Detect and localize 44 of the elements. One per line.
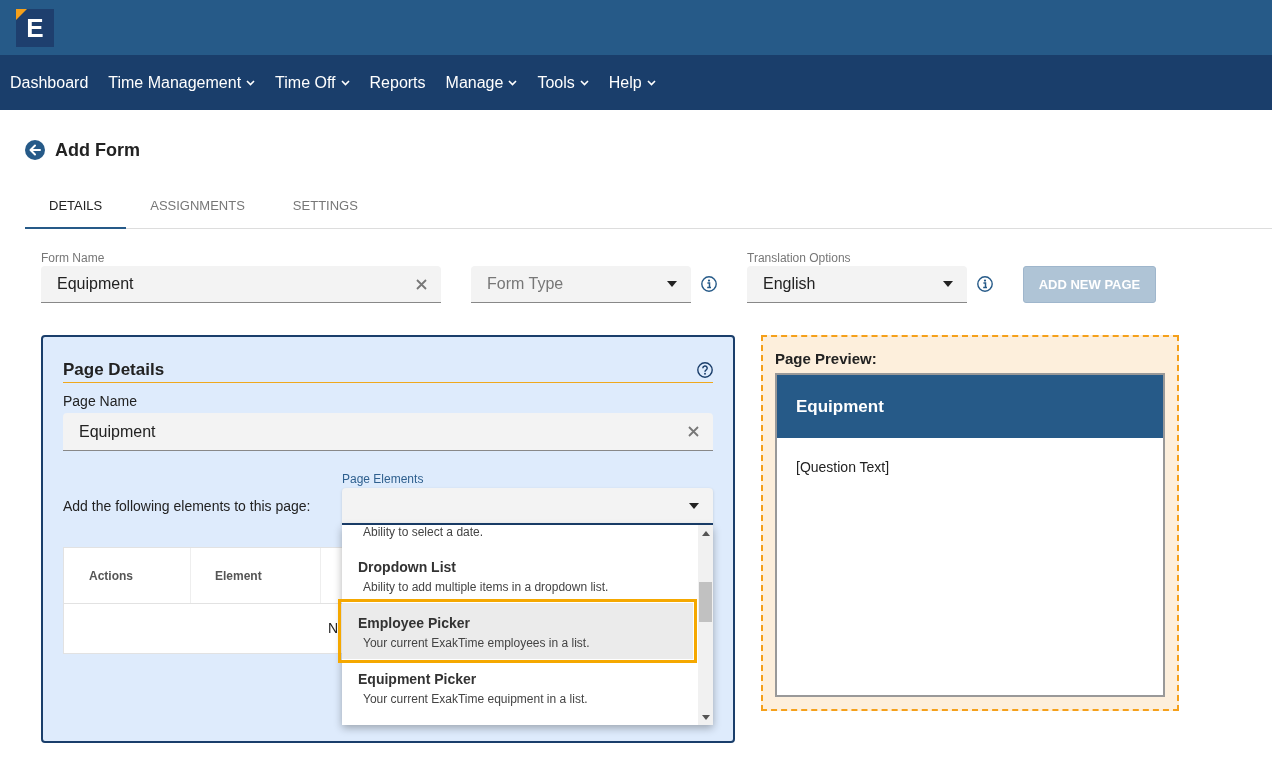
table-message: N [328,619,339,638]
column-header: Actions [64,548,191,603]
select-field[interactable]: Form Type [471,266,691,303]
dropdown-option[interactable]: Equipment Picker Your current ExakTime equipment in a list. [342,659,693,715]
logo[interactable]: E [16,9,54,47]
scrollbar-thumb[interactable] [699,582,712,622]
caret-icon [689,502,699,509]
nav-link[interactable]: Time Off [265,55,360,110]
field-label: Translation Options [747,251,852,266]
help-icon[interactable] [697,361,713,378]
info-icon[interactable] [977,276,993,292]
scroll-down-icon[interactable] [701,714,710,720]
tab[interactable]: DETAILS [25,185,127,229]
dropdown-option[interactable]: Dropdown List Ability to add multiple items in a dropdown list. [342,547,693,603]
column-header: Element [191,548,321,603]
field-label: Page Elements [342,472,425,487]
text-field[interactable]: Equipment [63,413,713,451]
nav-link[interactable]: Time Management [98,55,266,110]
nav-link[interactable]: Tools [527,55,599,110]
prompt-text: Add the following elements to this page: [63,497,312,516]
caret-icon [667,281,677,287]
panel-title: Page Preview: [775,350,878,368]
clear-icon[interactable] [688,426,699,437]
page-title: Add Form [55,140,140,160]
field-label: Form Name [41,251,106,266]
tab[interactable]: ASSIGNMENTS [126,185,269,229]
field-label: Page Name [63,392,138,410]
nav-link[interactable]: Reports [359,55,436,110]
info-icon[interactable] [701,276,717,292]
dropdown-option[interactable]: Ability to select a date. [342,525,693,547]
panel-title: Page Details [63,358,165,381]
preview-page-title: Equipment [796,395,884,418]
select-field[interactable] [342,488,713,525]
clear-icon[interactable] [416,278,427,290]
question-text: [Question Text] [796,458,891,476]
nav-link[interactable]: Dashboard [0,55,99,110]
text-field[interactable]: Equipment [41,266,441,303]
scrollbar[interactable] [698,525,713,725]
select-field[interactable]: English [747,266,967,303]
nav-link[interactable]: Help [598,55,666,110]
caret-icon [943,281,953,287]
scroll-up-icon[interactable] [701,530,710,536]
tab[interactable]: SETTINGS [268,185,382,229]
nav-link[interactable]: Manage [435,55,528,110]
